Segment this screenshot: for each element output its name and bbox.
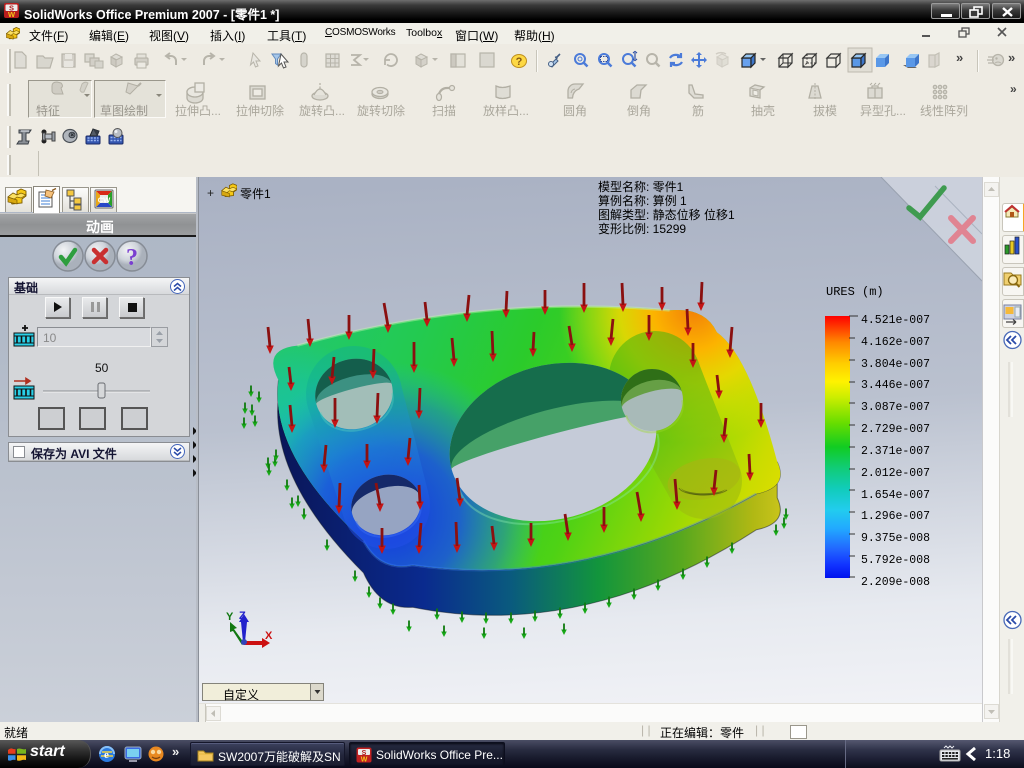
svg-text:Y: Y — [226, 611, 234, 623]
svg-text:»: » — [1008, 50, 1015, 65]
svg-text:W: W — [361, 757, 368, 764]
svg-text:CW: CW — [98, 196, 111, 205]
svg-text:»: » — [956, 50, 963, 65]
svg-text:e: e — [104, 749, 109, 761]
svg-text:?: ? — [516, 56, 523, 68]
svg-text:»: » — [172, 744, 179, 759]
svg-text:Z: Z — [239, 610, 246, 622]
svg-text:X: X — [265, 630, 273, 642]
svg-text:W: W — [8, 10, 16, 19]
svg-text:?: ? — [126, 245, 138, 271]
